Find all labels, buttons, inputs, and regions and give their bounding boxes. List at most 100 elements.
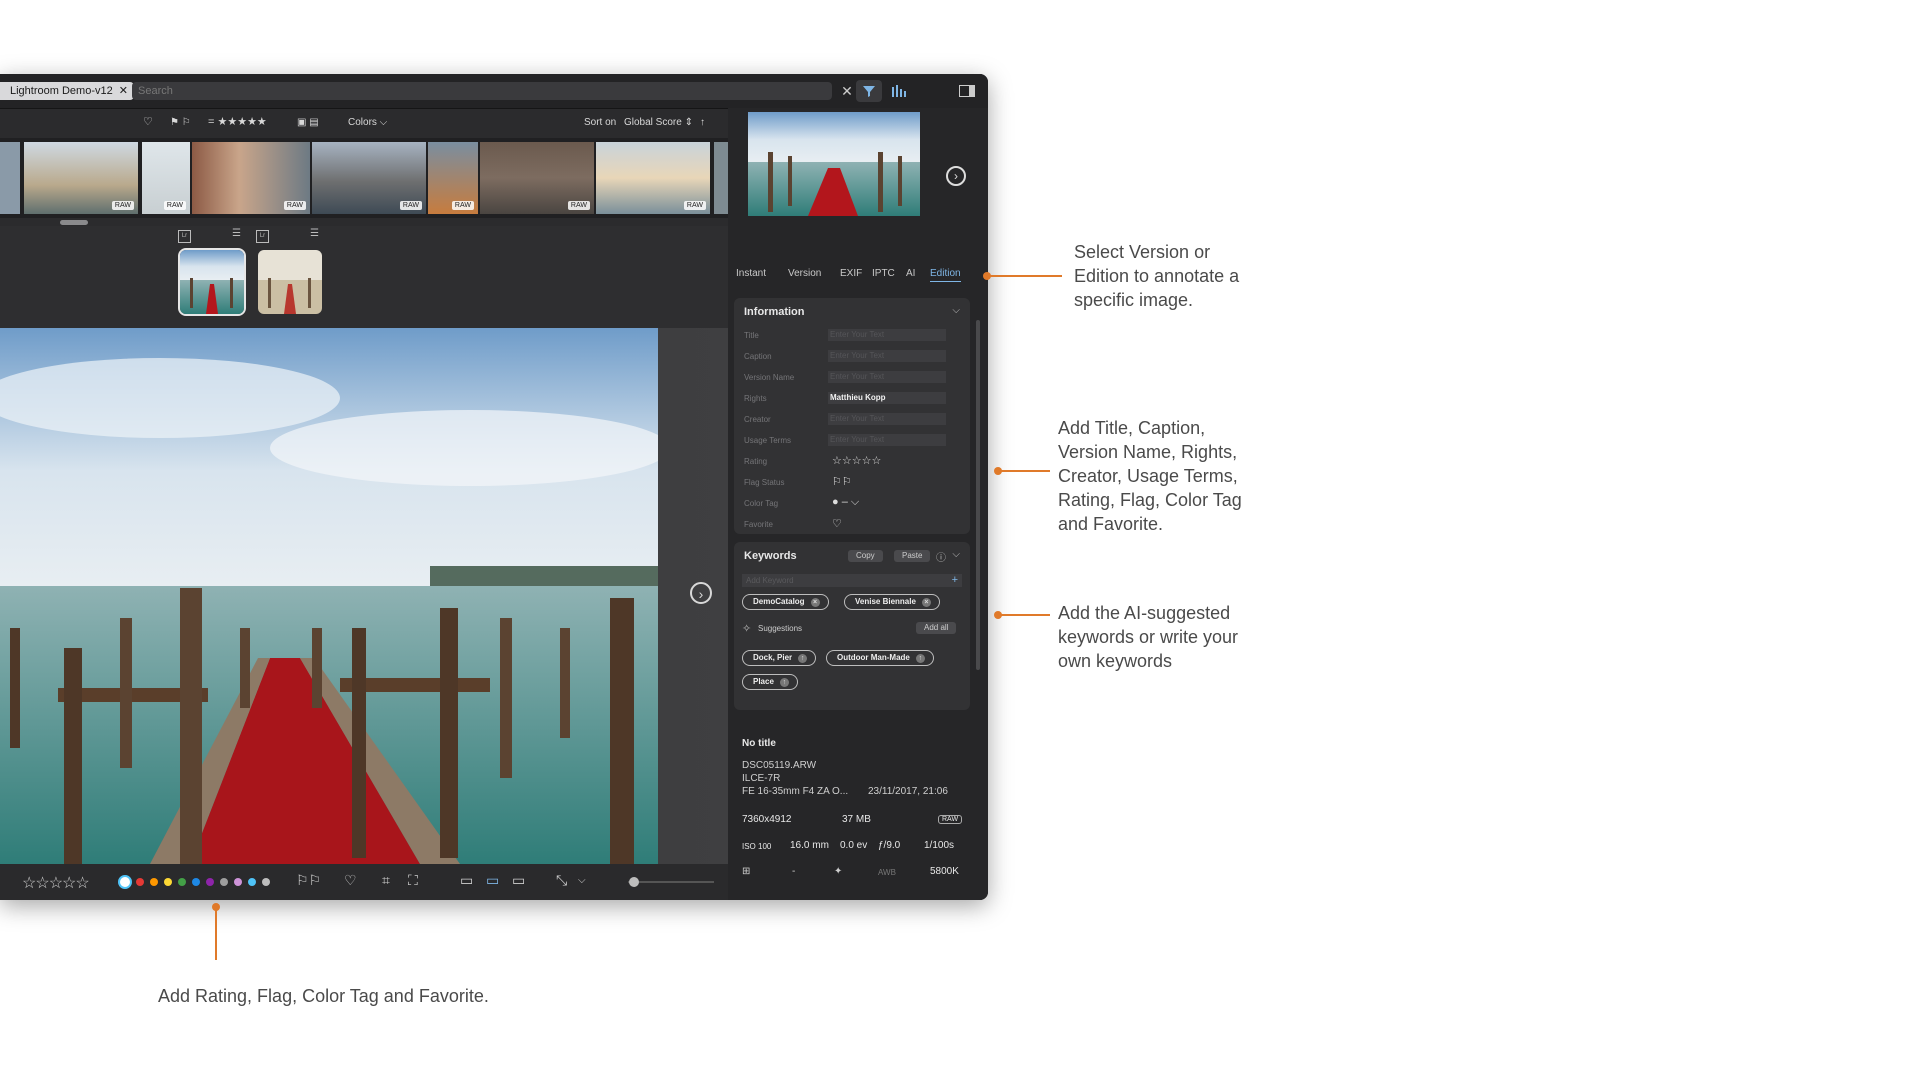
- color-tag-dot[interactable]: [150, 878, 158, 886]
- person-detect-icon[interactable]: ⛶: [408, 872, 418, 889]
- flag-icon[interactable]: ⚐⚐: [296, 872, 321, 889]
- sort-dropdown[interactable]: Global Score ⇕: [624, 117, 693, 128]
- filmstrip-thumb[interactable]: RAW: [142, 142, 190, 214]
- color-tag-dot[interactable]: [234, 878, 242, 886]
- caption-field[interactable]: Caption Enter Your Text: [744, 349, 964, 365]
- filter-icon[interactable]: [856, 80, 882, 102]
- catalog-tab[interactable]: Lightroom Demo-v12 ✕: [0, 82, 134, 100]
- keyword-chip[interactable]: Venise Biennale ×: [844, 594, 940, 610]
- settings-icon[interactable]: ☰: [310, 228, 319, 239]
- color-tag-dot[interactable]: [220, 878, 228, 886]
- rating-stars[interactable]: ☆☆☆☆☆: [22, 873, 90, 893]
- rating-filter[interactable]: = ★★★★★: [208, 115, 267, 128]
- usage-terms-field[interactable]: Usage Terms Enter Your Text: [744, 433, 964, 449]
- filmstrip-thumb[interactable]: RAW: [480, 142, 594, 214]
- panel-toggle-icon[interactable]: [954, 80, 980, 102]
- chevron-down-icon[interactable]: ⌵: [952, 305, 960, 316]
- preview-image[interactable]: [748, 112, 920, 216]
- copy-button[interactable]: Copy: [848, 550, 883, 562]
- field-input[interactable]: Enter Your Text: [828, 413, 946, 425]
- color-tag-dot[interactable]: [164, 878, 172, 886]
- chevron-down-icon[interactable]: ⌵: [578, 875, 586, 886]
- field-input[interactable]: Enter Your Text: [828, 371, 946, 383]
- add-all-button[interactable]: Add all: [916, 622, 957, 634]
- color-tag-dot[interactable]: [248, 878, 256, 886]
- color-tag-dot[interactable]: [262, 878, 270, 886]
- add-icon[interactable]: ↑: [798, 654, 808, 663]
- creator-field[interactable]: Creator Enter Your Text: [744, 412, 964, 428]
- sort-direction-icon[interactable]: ↑: [700, 117, 705, 128]
- rights-field[interactable]: Rights Matthieu Kopp: [744, 391, 964, 407]
- layout-select-icon[interactable]: ▭: [486, 872, 499, 889]
- tab-edition[interactable]: Edition: [930, 268, 961, 282]
- favorite-icon[interactable]: ♡: [832, 517, 842, 530]
- tab-version[interactable]: Version: [788, 268, 821, 279]
- suggested-keyword-chip[interactable]: Place ↑: [742, 674, 798, 690]
- field-input[interactable]: Enter Your Text: [828, 329, 946, 341]
- add-icon[interactable]: ↑: [779, 678, 789, 687]
- zoom-slider[interactable]: [628, 877, 714, 887]
- media-filter-icon[interactable]: ▣ ▤: [297, 117, 319, 128]
- keyword-chip[interactable]: DemoCatalog ×: [742, 594, 829, 610]
- info-icon[interactable]: ⓘ: [936, 549, 946, 564]
- chevron-down-icon[interactable]: ⌵: [952, 549, 960, 560]
- rating-stars[interactable]: ☆☆☆☆☆: [832, 454, 881, 467]
- raw-badge: RAW: [683, 201, 706, 210]
- remove-icon[interactable]: ×: [921, 598, 931, 607]
- title-field[interactable]: Title Enter Your Text: [744, 328, 964, 344]
- next-image-arrow-icon[interactable]: ›: [690, 582, 712, 604]
- favorite-filter-icon[interactable]: ♡: [143, 115, 153, 128]
- color-tag-dot[interactable]: [136, 878, 144, 886]
- tab-iptc[interactable]: IPTC: [872, 268, 895, 279]
- face-detect-icon[interactable]: ⌗: [382, 872, 390, 889]
- field-input[interactable]: Enter Your Text: [828, 350, 946, 362]
- filmstrip-thumb[interactable]: RAW: [192, 142, 310, 214]
- color-tag-dot[interactable]: [206, 878, 214, 886]
- version-thumb[interactable]: [178, 248, 246, 316]
- tab-ai[interactable]: AI: [906, 268, 915, 279]
- color-tag-dropdown[interactable]: ● – ⌵: [832, 496, 859, 509]
- colors-dropdown[interactable]: Colors ⌵: [348, 117, 387, 128]
- paste-button[interactable]: Paste: [894, 550, 931, 562]
- plus-icon[interactable]: +: [952, 574, 958, 587]
- favorite-icon[interactable]: ♡: [344, 872, 357, 889]
- close-icon[interactable]: ✕: [119, 82, 128, 100]
- field-input[interactable]: Enter Your Text: [828, 434, 946, 446]
- layout-grid-icon[interactable]: ▭: [512, 872, 525, 889]
- add-keyword-input[interactable]: Add Keyword +: [742, 574, 962, 587]
- color-tag-dot[interactable]: [118, 875, 132, 889]
- callout-fields: Add Title, Caption, Version Name, Rights…: [1058, 418, 1242, 534]
- histogram-icon[interactable]: [886, 80, 912, 102]
- add-icon[interactable]: ↑: [915, 654, 925, 663]
- filmstrip-thumb[interactable]: [0, 142, 20, 214]
- zoom-slider-knob[interactable]: [629, 877, 640, 887]
- filmstrip-thumb[interactable]: RAW: [312, 142, 426, 214]
- tab-instant[interactable]: Instant: [736, 268, 766, 279]
- suggested-keyword-chip[interactable]: Dock, Pier ↑: [742, 650, 817, 666]
- filmstrip-thumb[interactable]: RAW: [596, 142, 710, 214]
- tab-exif[interactable]: EXIF: [840, 268, 862, 279]
- suggested-keyword-chip[interactable]: Outdoor Man-Made ↑: [826, 650, 934, 666]
- remove-icon[interactable]: ×: [810, 598, 820, 607]
- filmstrip-scroll-handle[interactable]: [60, 220, 88, 225]
- filmstrip-thumb[interactable]: RAW: [428, 142, 478, 214]
- info-panel: › Instant Version EXIF IPTC AI Edition I…: [728, 108, 988, 900]
- color-tag-dot[interactable]: [178, 878, 186, 886]
- raw-badge: RAW: [451, 201, 474, 210]
- color-tag-dot[interactable]: [192, 878, 200, 886]
- field-input[interactable]: Matthieu Kopp: [828, 392, 946, 404]
- main-image[interactable]: [0, 328, 658, 864]
- version-thumb[interactable]: [256, 248, 324, 316]
- auto-layout-icon[interactable]: ▭: [460, 872, 473, 889]
- expand-icon[interactable]: ⤡: [556, 872, 567, 889]
- flag-filter-icon[interactable]: ⚑ ⚐: [170, 117, 191, 128]
- flag-icon[interactable]: ⚐⚐: [832, 475, 852, 488]
- next-preview-icon[interactable]: ›: [946, 166, 966, 186]
- white-balance-mode: AWB: [878, 868, 896, 877]
- version-name-field[interactable]: Version Name Enter Your Text: [744, 370, 964, 386]
- settings-icon[interactable]: ☰: [232, 228, 241, 239]
- filmstrip-thumb[interactable]: RAW: [24, 142, 138, 214]
- filmstrip-thumb[interactable]: [714, 142, 728, 214]
- search-input[interactable]: Search: [132, 82, 832, 100]
- panel-scrollbar[interactable]: [976, 320, 980, 670]
